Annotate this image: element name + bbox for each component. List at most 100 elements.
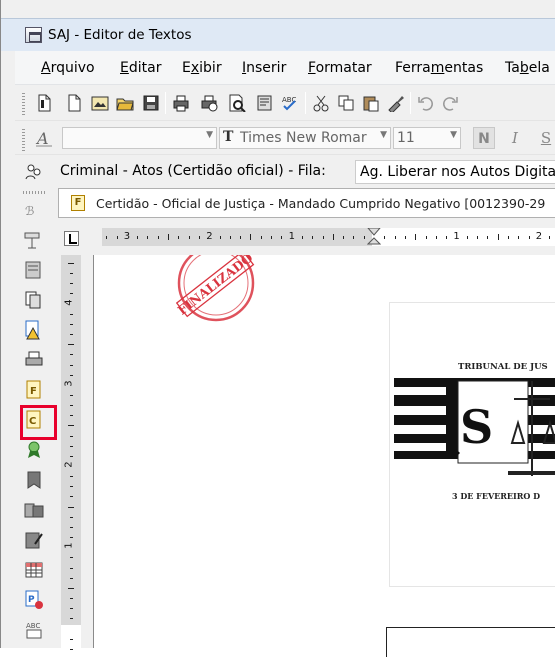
ruler-tick: [322, 235, 324, 239]
ruler-number: 1: [288, 231, 295, 242]
paste-icon[interactable]: [362, 94, 380, 112]
ruler-tick: [229, 235, 231, 239]
ruler-tick: [69, 476, 73, 478]
open-folder-icon[interactable]: [116, 94, 134, 112]
vertical-ruler[interactable]: 4 3 2 1: [61, 255, 81, 650]
bold-button[interactable]: N: [473, 127, 495, 149]
ruler-tick: [68, 425, 74, 427]
font-dropdown[interactable]: T Times New Romar ▼: [219, 127, 391, 149]
ruler-tick: [312, 235, 314, 239]
ruler-tick: [69, 435, 73, 437]
ruler-number: 3: [123, 231, 131, 242]
table-icon[interactable]: [23, 560, 45, 580]
ruler-tick: [69, 608, 73, 610]
cursor-tool-icon[interactable]: ℬ: [23, 200, 45, 220]
court-logo-image: TRIBUNAL DE JUS S 3 DE FEVEREIRO D: [389, 302, 555, 587]
print-setup-icon[interactable]: [200, 94, 218, 112]
template-icon[interactable]: [91, 94, 109, 112]
puzzle-icon[interactable]: [23, 500, 45, 520]
ruler-tick: [168, 234, 169, 240]
ruler-tick: [332, 234, 334, 240]
ruler-tick: [240, 235, 242, 239]
warning-doc-icon[interactable]: [23, 320, 45, 340]
svg-text:P: P: [28, 595, 35, 605]
save-icon[interactable]: [142, 94, 160, 112]
selected-c-doc-highlight: [20, 405, 57, 440]
ruler-tick: [198, 235, 200, 239]
text-frame[interactable]: [386, 627, 555, 657]
format-painter-icon[interactable]: [387, 94, 405, 112]
menu-inserir[interactable]: Inserir: [242, 60, 286, 76]
redo-icon[interactable]: [441, 94, 459, 112]
document-tab[interactable]: F Certidão - Oficial de Justiça - Mandad…: [58, 188, 555, 218]
toolbar-separator: [165, 92, 166, 114]
ruler-tick: [69, 526, 73, 528]
ruler-tick: [301, 235, 303, 239]
menu-exibir[interactable]: Exibir: [182, 60, 222, 76]
svg-text:ABC: ABC: [26, 622, 40, 630]
horizontal-ruler-area: 3 2 1 1 2: [58, 218, 555, 255]
document-page[interactable]: FINALIZADO TRIBUNAL DE JUS S 3 DE FEVERE…: [93, 255, 555, 657]
font-size-dropdown[interactable]: 11 ▼: [393, 127, 461, 149]
ruler-tick: [260, 235, 262, 239]
undo-icon[interactable]: [417, 94, 435, 112]
menu-ferramentas[interactable]: Ferramentas: [395, 60, 483, 76]
menu-arquivo[interactable]: Arquivo: [41, 60, 95, 76]
ruler-tick: [69, 313, 73, 315]
p-doc-icon[interactable]: P: [23, 590, 45, 610]
context-text: Criminal - Atos (Certidão oficial) - Fil…: [60, 163, 326, 179]
ruler-tick: [446, 235, 448, 239]
new-blank-doc-icon[interactable]: [35, 94, 53, 112]
copy-icon[interactable]: [337, 94, 355, 112]
menu-tabela[interactable]: Tabela: [505, 60, 550, 76]
print-icon[interactable]: [172, 94, 190, 112]
ruler-tick: [497, 234, 499, 240]
ruler-tick: [219, 235, 221, 239]
edit-doc-icon[interactable]: [23, 530, 45, 550]
indent-marker-icon[interactable]: [367, 228, 381, 246]
menu-bar: Arquivo Editar Exibir Inserir Formatar F…: [15, 51, 555, 85]
find-doc-icon[interactable]: [256, 94, 274, 112]
printer-icon[interactable]: [23, 350, 45, 370]
print-preview-icon[interactable]: [228, 94, 246, 112]
f-doc-icon[interactable]: F: [23, 380, 45, 400]
style-dropdown[interactable]: ▼: [62, 127, 217, 149]
toolbar-grip[interactable]: [22, 93, 25, 115]
ruler-tick: [281, 235, 283, 239]
toolbar-separator: [305, 92, 306, 114]
chevron-down-icon: ▼: [450, 130, 457, 140]
svg-text:ℬ: ℬ: [25, 204, 34, 218]
title-bar[interactable]: SAJ - Editor de Textos: [1, 18, 555, 51]
copy-doc-icon[interactable]: [23, 290, 45, 310]
spellcheck-icon[interactable]: ABC: [281, 94, 299, 112]
toolbar-grip[interactable]: [22, 129, 25, 151]
ruler-tick: [68, 587, 74, 589]
award-icon[interactable]: [23, 440, 45, 460]
ruler-tick: [477, 235, 478, 239]
italic-button[interactable]: I: [504, 127, 526, 149]
truetype-font-icon: T: [223, 129, 234, 145]
tab-stop-selector[interactable]: [64, 231, 79, 246]
abc-icon[interactable]: ABC: [23, 620, 45, 640]
court-header-line2: 3 DE FEVEREIRO D: [452, 491, 540, 501]
new-doc-icon[interactable]: [65, 94, 83, 112]
menu-editar[interactable]: Editar: [120, 60, 161, 76]
ruler-tick: [137, 235, 139, 239]
cut-icon[interactable]: [312, 94, 330, 112]
ruler-tick: [69, 486, 73, 488]
ruler-tick: [518, 235, 520, 239]
doc-layout-icon[interactable]: [23, 260, 45, 280]
svg-text:A: A: [35, 129, 49, 147]
underline-button[interactable]: S: [535, 127, 555, 149]
layout-icon[interactable]: [23, 230, 45, 250]
queue-field[interactable]: Ag. Liberar nos Autos Digitais: [355, 160, 555, 184]
bookmark-icon[interactable]: [23, 470, 45, 490]
toolbar-grip[interactable]: [23, 191, 45, 194]
ruler-tick: [250, 234, 252, 240]
svg-text:F: F: [30, 386, 37, 397]
toolbar-separator: [410, 92, 411, 114]
horizontal-ruler[interactable]: 3 2 1 1 2: [102, 228, 555, 246]
document-tab-title: Certidão - Oficial de Justiça - Mandado …: [96, 196, 546, 211]
menu-formatar[interactable]: Formatar: [308, 60, 372, 76]
ruler-number: 3: [63, 380, 75, 387]
